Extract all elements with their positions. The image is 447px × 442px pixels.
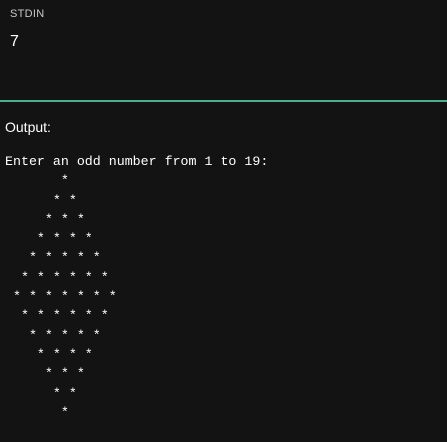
stdin-input-value[interactable]: 7 [10,33,19,51]
stdin-label: STDIN [10,8,45,20]
output-label: Output: [5,119,51,135]
output-console-text: Enter an odd number from 1 to 19: * * * … [5,154,269,420]
code-runner-io: STDIN 7 Output: Enter an odd number from… [0,0,447,442]
output-panel: Output: Enter an odd number from 1 to 19… [0,102,447,442]
stdin-panel[interactable]: STDIN 7 [0,0,447,100]
